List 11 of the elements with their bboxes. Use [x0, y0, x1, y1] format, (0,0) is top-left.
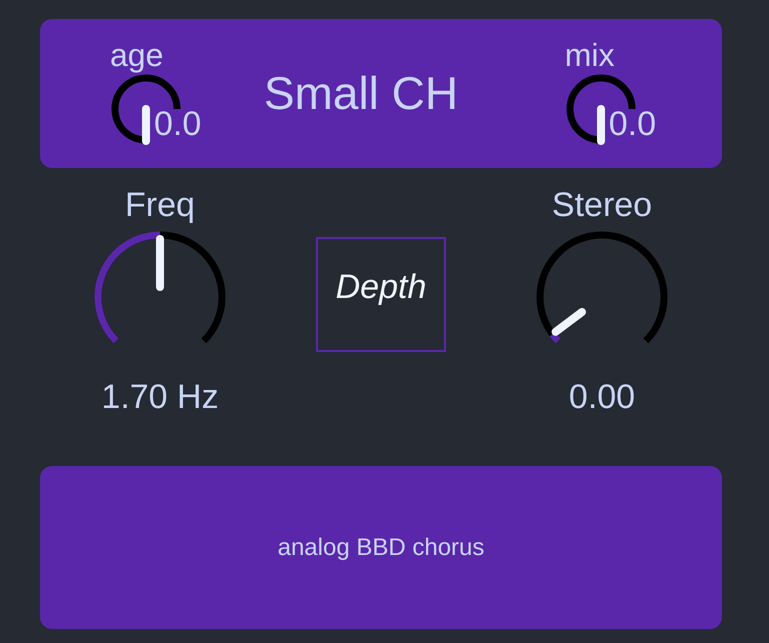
depth-button[interactable]: Depth [316, 237, 446, 352]
knob-label: age [110, 38, 164, 70]
knob-label: Freq [125, 188, 195, 222]
knob-value: 0.00 [568, 380, 636, 414]
knob-label: Stereo [552, 188, 652, 222]
description-text: analog BBD chorus [278, 532, 484, 562]
knob-value: 0.0 [608, 106, 656, 140]
knob-label: mix [564, 38, 614, 70]
knob-value: 0.0 [154, 106, 202, 140]
plugin-title: Small CH [264, 66, 458, 121]
knob-value: 1.70 Hz [101, 380, 219, 414]
